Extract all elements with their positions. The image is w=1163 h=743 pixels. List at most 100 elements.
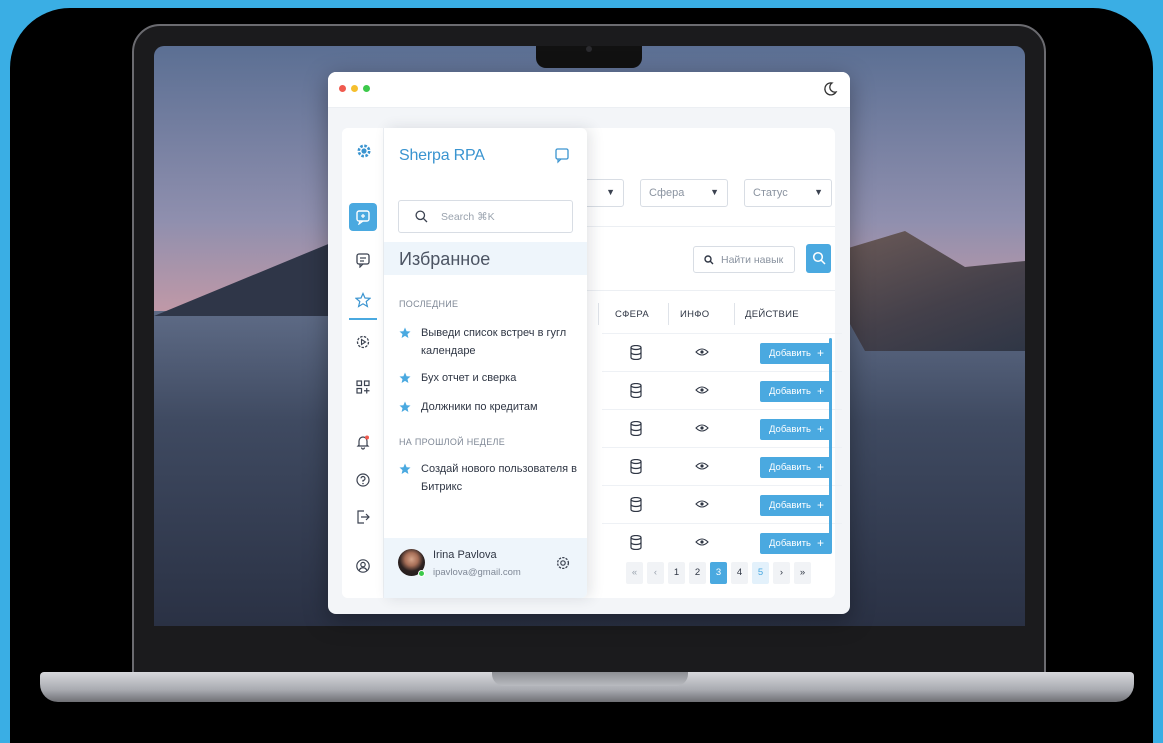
- skill-search-input[interactable]: Найти навык: [693, 246, 795, 273]
- eye-icon[interactable]: [695, 423, 709, 433]
- add-skill-button[interactable]: Добавить +: [760, 419, 832, 440]
- add-skill-label: Добавить: [769, 462, 811, 473]
- add-skill-label: Добавить: [769, 424, 811, 435]
- table-scrollbar[interactable]: [829, 338, 832, 548]
- plus-icon: +: [816, 346, 824, 360]
- filter-sfera-select[interactable]: Сфера ▼: [640, 179, 728, 207]
- favorite-item-label: Должники по кредитам: [421, 401, 538, 413]
- chevron-down-icon: ▼: [814, 187, 823, 197]
- filter-category-select[interactable]: ▼: [584, 179, 624, 207]
- star-icon[interactable]: [349, 286, 377, 314]
- favorite-item-label: Создай нового пользователя в Битрикс: [421, 463, 578, 493]
- eye-icon[interactable]: [695, 461, 709, 471]
- search-button[interactable]: [806, 244, 831, 273]
- online-status-indicator: [418, 570, 425, 577]
- gear-logo-icon[interactable]: [349, 136, 377, 164]
- star-icon: [399, 327, 411, 338]
- user-name: Irina Pavlova: [433, 549, 497, 561]
- database-icon: [630, 345, 642, 360]
- add-skill-label: Добавить: [769, 386, 811, 397]
- camera-icon: [586, 46, 592, 52]
- minimize-window-button[interactable]: [351, 85, 358, 92]
- search-icon: [415, 210, 428, 223]
- column-header-action: ДЕЙСТВИЕ: [745, 309, 799, 320]
- favorites-header: Избранное: [384, 242, 587, 275]
- first-page-button[interactable]: «: [626, 562, 643, 584]
- favorite-item-label: Выведи список встреч в гугл календаре: [421, 327, 567, 357]
- wallpaper-island-right: [825, 231, 1025, 351]
- add-skill-label: Добавить: [769, 500, 811, 511]
- add-app-icon[interactable]: [349, 373, 377, 401]
- skill-search-placeholder: Найти навык: [721, 254, 784, 266]
- add-skill-button[interactable]: Добавить +: [760, 533, 832, 554]
- add-skill-button[interactable]: Добавить +: [760, 495, 832, 516]
- user-email: ipavlova@gmail.com: [433, 567, 521, 578]
- logout-icon[interactable]: [349, 503, 377, 531]
- column-separator: [598, 303, 599, 325]
- last-page-button[interactable]: »: [794, 562, 811, 584]
- page-3-button[interactable]: 3: [710, 562, 727, 584]
- prev-page-button[interactable]: ‹: [647, 562, 664, 584]
- bezel-bottom: [134, 626, 1044, 672]
- eye-icon[interactable]: [695, 347, 709, 357]
- table-row: Добавить +: [602, 409, 842, 447]
- favorite-item[interactable]: Выведи список встреч в гугл календаре: [399, 324, 579, 360]
- plus-icon: +: [816, 460, 824, 474]
- window-titlebar: [328, 72, 850, 108]
- user-card: Irina Pavlova ipavlova@gmail.com: [384, 538, 587, 598]
- profile-icon[interactable]: [349, 552, 377, 580]
- eye-icon[interactable]: [695, 385, 709, 395]
- active-tab-indicator: [349, 318, 377, 320]
- search-icon: [812, 251, 826, 265]
- bell-icon[interactable]: [349, 428, 377, 456]
- table-row: Добавить +: [602, 333, 842, 371]
- star-icon: [399, 372, 411, 383]
- add-skill-label: Добавить: [769, 538, 811, 549]
- column-separator: [668, 303, 669, 325]
- database-icon: [630, 383, 642, 398]
- collapse-panel-icon[interactable]: [554, 147, 571, 164]
- panel-search-input[interactable]: Search ⌘K: [398, 200, 573, 233]
- chat-icon[interactable]: [349, 203, 377, 231]
- search-icon: [704, 255, 714, 265]
- next-page-button[interactable]: ›: [773, 562, 790, 584]
- add-skill-button[interactable]: Добавить +: [760, 381, 832, 402]
- table-row: Добавить +: [602, 485, 842, 523]
- favorite-item[interactable]: Должники по кредитам: [399, 398, 579, 416]
- eye-icon[interactable]: [695, 499, 709, 509]
- page-5-button[interactable]: 5: [752, 562, 769, 584]
- table-row: Добавить +: [602, 447, 842, 485]
- add-skill-button[interactable]: Добавить +: [760, 343, 832, 364]
- favorites-panel: Sherpa RPA Search ⌘K Избранное ПОСЛЕДНИЕ…: [384, 128, 587, 598]
- page-1-button[interactable]: 1: [668, 562, 685, 584]
- chevron-down-icon: ▼: [606, 187, 615, 197]
- column-header-info: ИНФО: [680, 309, 710, 320]
- filter-status-label: Статус: [753, 187, 788, 199]
- favorite-item[interactable]: Бух отчет и сверка: [399, 369, 579, 387]
- favorite-item[interactable]: Создай нового пользователя в Битрикс: [399, 460, 579, 496]
- star-icon: [399, 401, 411, 412]
- database-icon: [630, 459, 642, 474]
- help-icon[interactable]: [349, 466, 377, 494]
- settings-gear-icon[interactable]: [555, 555, 571, 571]
- filter-status-select[interactable]: Статус ▼: [744, 179, 832, 207]
- database-icon: [630, 421, 642, 436]
- star-icon: [399, 463, 411, 474]
- add-skill-label: Добавить: [769, 348, 811, 359]
- page-4-button[interactable]: 4: [731, 562, 748, 584]
- favorite-item-label: Бух отчет и сверка: [421, 372, 517, 384]
- add-skill-button[interactable]: Добавить +: [760, 457, 832, 478]
- play-settings-icon[interactable]: [349, 328, 377, 356]
- close-window-button[interactable]: [339, 85, 346, 92]
- dark-mode-moon-icon[interactable]: [822, 81, 838, 97]
- section-title-recent: ПОСЛЕДНИЕ: [399, 299, 459, 309]
- message-icon[interactable]: [349, 246, 377, 274]
- icon-rail: [342, 128, 384, 598]
- section-title-last-week: НА ПРОШЛОЙ НЕДЕЛЕ: [399, 437, 506, 447]
- table-row: Добавить +: [602, 371, 842, 409]
- plus-icon: +: [816, 422, 824, 436]
- favorites-title: Избранное: [399, 249, 491, 269]
- page-2-button[interactable]: 2: [689, 562, 706, 584]
- eye-icon[interactable]: [695, 537, 709, 547]
- maximize-window-button[interactable]: [363, 85, 370, 92]
